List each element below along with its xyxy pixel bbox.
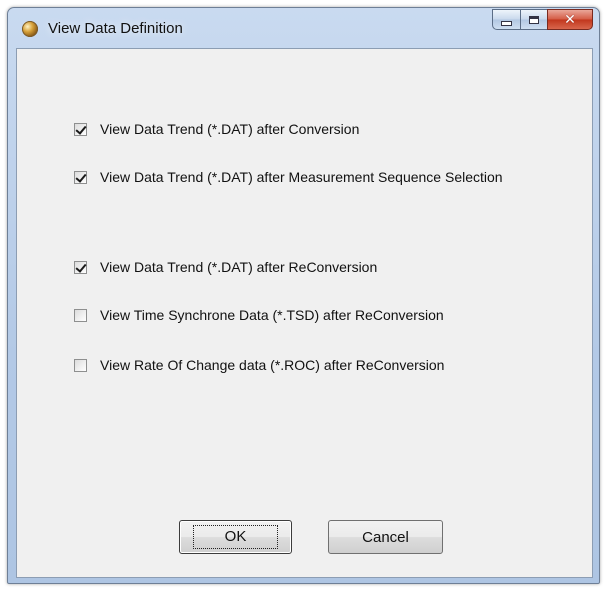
title-bar[interactable]: View Data Definition ✕: [8, 8, 599, 48]
option-dat-after-reconversion[interactable]: View Data Trend (*.DAT) after ReConversi…: [74, 258, 377, 276]
option-label: View Data Trend (*.DAT) after Measuremen…: [100, 169, 503, 185]
window-title: View Data Definition: [48, 20, 183, 37]
option-tsd-after-reconversion[interactable]: View Time Synchrone Data (*.TSD) after R…: [74, 306, 444, 324]
maximize-button[interactable]: [520, 9, 547, 30]
checkbox-dat-after-measurement-sequence[interactable]: [74, 170, 87, 184]
checkbox-dat-after-reconversion[interactable]: [74, 260, 87, 274]
app-globe-icon: [22, 21, 38, 37]
maximize-icon: [529, 15, 539, 24]
option-label: View Data Trend (*.DAT) after ReConversi…: [100, 259, 378, 275]
ok-button[interactable]: OK: [179, 520, 292, 554]
close-icon: ✕: [564, 11, 576, 28]
cancel-button[interactable]: Cancel: [328, 520, 443, 554]
option-dat-after-conversion[interactable]: View Data Trend (*.DAT) after Conversion: [74, 120, 359, 138]
option-label: View Rate Of Change data (*.ROC) after R…: [100, 357, 445, 373]
checkbox-tsd-after-reconversion[interactable]: [74, 308, 87, 322]
close-button[interactable]: ✕: [547, 9, 593, 30]
option-label: View Time Synchrone Data (*.TSD) after R…: [100, 307, 444, 323]
option-label: View Data Trend (*.DAT) after Conversion: [100, 121, 360, 137]
option-roc-after-reconversion[interactable]: View Rate Of Change data (*.ROC) after R…: [74, 356, 444, 374]
checkbox-roc-after-reconversion[interactable]: [74, 358, 87, 372]
checkbox-dat-after-conversion[interactable]: [74, 122, 87, 136]
option-dat-after-measurement-sequence[interactable]: View Data Trend (*.DAT) after Measuremen…: [74, 168, 503, 186]
dialog-window: View Data Definition ✕ View Data Trend (…: [7, 7, 600, 584]
dialog-body: View Data Trend (*.DAT) after Conversion…: [16, 48, 593, 578]
ok-button-label: OK: [192, 525, 279, 549]
minimize-icon: [501, 20, 512, 26]
minimize-button[interactable]: [492, 9, 520, 30]
caption-buttons: ✕: [492, 9, 593, 30]
